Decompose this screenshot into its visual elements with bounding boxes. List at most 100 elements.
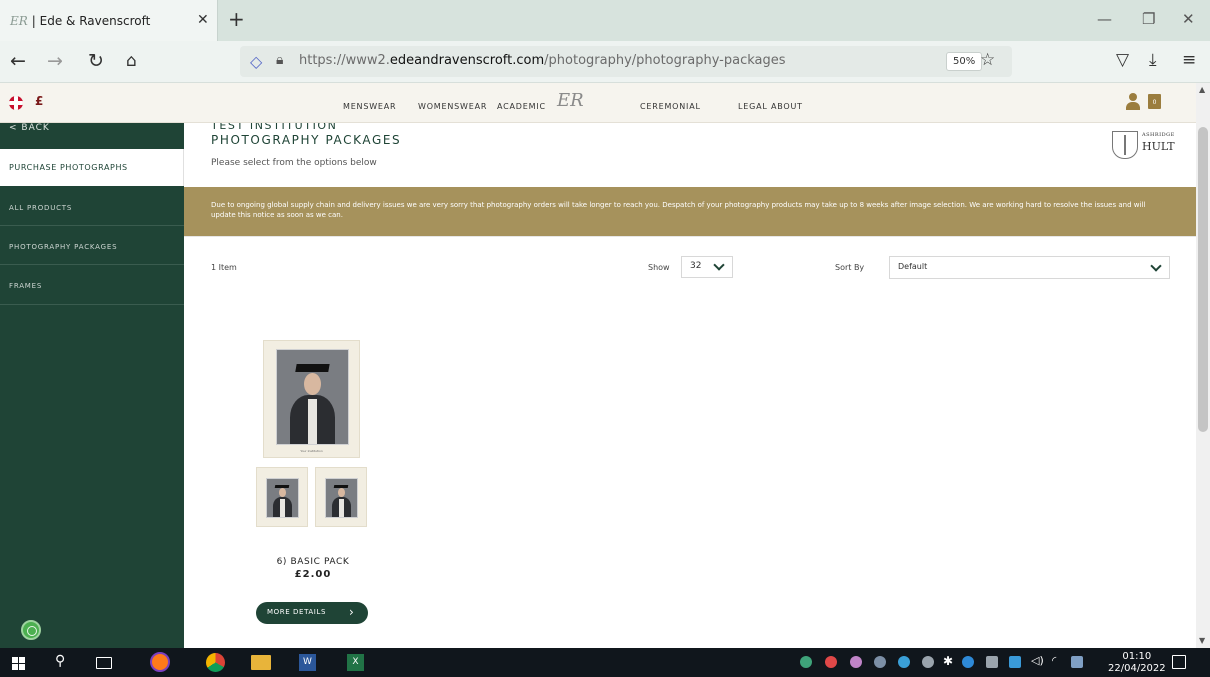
- lock-icon[interactable]: 🔒︎: [276, 52, 283, 68]
- photo-caption: Your Institution: [300, 449, 323, 453]
- sort-by-select[interactable]: Default: [889, 256, 1170, 279]
- sidebar-item-label: PURCHASE PHOTOGRAPHS: [9, 163, 128, 172]
- search-icon[interactable]: ⚲: [55, 653, 65, 669]
- notification-icon[interactable]: [1172, 655, 1186, 669]
- uk-flag-icon[interactable]: [9, 96, 23, 110]
- zoom-level-badge[interactable]: 50%: [946, 52, 983, 71]
- nav-about[interactable]: ABOUT: [771, 102, 803, 111]
- page-scrollbar[interactable]: ▲ ▼: [1196, 83, 1210, 648]
- sidebar-item-all-products[interactable]: ALL PRODUCTS: [0, 186, 184, 226]
- reload-icon[interactable]: ↻: [88, 50, 104, 72]
- site-favicon-icon: ER: [10, 13, 28, 28]
- window-close-icon[interactable]: ✕: [1182, 10, 1195, 28]
- shield-icon[interactable]: ◇: [250, 52, 262, 71]
- minimize-icon[interactable]: —: [1097, 10, 1112, 28]
- menu-icon[interactable]: ≡: [1182, 50, 1196, 70]
- download-icon[interactable]: ⤓: [1149, 50, 1157, 70]
- keyboard-icon[interactable]: [1071, 656, 1083, 668]
- institution-name: TEST INSTITUTION: [211, 123, 338, 132]
- page-title: PHOTOGRAPHY PACKAGES: [211, 133, 402, 147]
- graduate-photo: [325, 478, 358, 518]
- sort-by-value: Default: [898, 262, 928, 271]
- scroll-thumb[interactable]: [1198, 127, 1208, 432]
- sidebar-item-label: FRAMES: [9, 282, 43, 290]
- product-thumbnail-1[interactable]: [256, 467, 308, 527]
- nav-menswear[interactable]: MENSWEAR: [343, 102, 396, 111]
- windows-start-icon[interactable]: [12, 657, 25, 670]
- sidebar-item-label: ALL PRODUCTS: [9, 204, 73, 212]
- tray-app-icon-2[interactable]: [825, 656, 837, 668]
- tray-app-icon-7[interactable]: [1009, 656, 1021, 668]
- basket-icon[interactable]: 0: [1148, 94, 1161, 109]
- nav-womenswear[interactable]: WOMENSWEAR: [418, 102, 487, 111]
- pocket-icon[interactable]: ▽: [1116, 50, 1129, 70]
- chrome-icon[interactable]: [206, 653, 225, 672]
- basket-count: 0: [1152, 99, 1157, 106]
- more-details-label: MORE DETAILS: [267, 608, 327, 616]
- url-text[interactable]: https://www2.edeandravenscroft.com/photo…: [299, 53, 786, 68]
- browser-tab[interactable]: ER | Ede & Ravenscroft ✕: [0, 0, 218, 41]
- browser-tab-bar: ER | Ede & Ravenscroft ✕ + — ❐ ✕: [0, 0, 1210, 41]
- crest-line-1: ASHRIDGE: [1142, 132, 1175, 138]
- tray-app-icon-1[interactable]: [800, 656, 812, 668]
- site-logo[interactable]: ER: [557, 90, 584, 111]
- onedrive-icon[interactable]: [922, 656, 934, 668]
- main-content: TEST INSTITUTION PHOTOGRAPHY PACKAGES Pl…: [184, 123, 1196, 648]
- cookie-settings-icon[interactable]: [21, 620, 41, 640]
- page-subtitle: Please select from the options below: [211, 158, 377, 168]
- taskbar-clock[interactable]: 01:10 22/04/2022: [1108, 651, 1166, 675]
- bookmark-star-icon[interactable]: ☆: [980, 50, 995, 70]
- battery-icon[interactable]: [986, 656, 998, 668]
- sidebar-item-frames[interactable]: FRAMES: [0, 265, 184, 305]
- tab-close-icon[interactable]: ✕: [197, 12, 209, 28]
- scroll-down-icon[interactable]: ▼: [1199, 636, 1205, 645]
- new-tab-icon[interactable]: +: [228, 8, 245, 30]
- tray-app-icon-5[interactable]: [898, 656, 910, 668]
- account-icon[interactable]: [1126, 93, 1140, 110]
- site-header: £ MENSWEAR WOMENSWEAR ACADEMIC ER CEREMO…: [0, 83, 1210, 123]
- delivery-notice-text: Due to ongoing global supply chain and d…: [211, 201, 1146, 219]
- tab-title: | Ede & Ravenscroft: [31, 13, 151, 28]
- show-label: Show: [648, 263, 670, 272]
- tray-app-icon-4[interactable]: [874, 656, 886, 668]
- excel-icon[interactable]: X: [347, 654, 364, 671]
- divider: [184, 236, 1196, 237]
- restore-icon[interactable]: ❐: [1142, 10, 1155, 28]
- firefox-icon[interactable]: [150, 652, 170, 672]
- clock-date: 22/04/2022: [1108, 663, 1166, 674]
- product-thumbnail-2[interactable]: [315, 467, 367, 527]
- sidebar: < BACK PURCHASE PHOTOGRAPHS ALL PRODUCTS…: [0, 123, 184, 648]
- wifi-icon[interactable]: ◜: [1052, 654, 1056, 667]
- chevron-down-icon: [713, 259, 725, 271]
- address-bar[interactable]: ◇ 🔒︎ https://www2.edeandravenscroft.com/…: [240, 46, 1012, 77]
- task-view-icon[interactable]: [96, 657, 112, 669]
- nav-academic[interactable]: ACADEMIC: [497, 102, 546, 111]
- browser-nav-bar: ← → ↻ ⌂ ◇ 🔒︎ https://www2.edeandravenscr…: [0, 41, 1210, 83]
- crest-line-2: HULT: [1142, 140, 1175, 153]
- currency-selector[interactable]: £: [35, 94, 43, 108]
- clock-time: 01:10: [1122, 651, 1152, 662]
- back-arrow-icon[interactable]: ←: [10, 50, 26, 72]
- more-details-button[interactable]: MORE DETAILS ›: [256, 602, 368, 624]
- nav-legal[interactable]: LEGAL: [738, 102, 768, 111]
- show-per-page-select[interactable]: 32: [681, 256, 733, 278]
- bluetooth-icon[interactable]: ✱: [943, 654, 953, 668]
- sidebar-item-photography-packages[interactable]: PHOTOGRAPHY PACKAGES: [0, 226, 184, 265]
- tray-app-icon-3[interactable]: [850, 656, 862, 668]
- nav-ceremonial[interactable]: CEREMONIAL: [640, 102, 701, 111]
- file-explorer-icon[interactable]: [251, 655, 271, 670]
- tray-app-icon-6[interactable]: [962, 656, 974, 668]
- product-main-image[interactable]: Your Institution: [263, 340, 360, 458]
- scroll-up-icon[interactable]: ▲: [1199, 85, 1205, 94]
- product-name[interactable]: 6) BASIC PACK: [239, 557, 387, 567]
- forward-arrow-icon[interactable]: →: [47, 50, 63, 72]
- windows-taskbar: ⚲ W X ✱ ◁) ◜ 01:10 22/04/2022: [0, 648, 1210, 677]
- sidebar-back-link[interactable]: < BACK: [0, 123, 184, 149]
- item-count: 1 Item: [211, 263, 237, 272]
- sort-label: Sort By: [835, 263, 865, 272]
- sidebar-item-purchase-photographs[interactable]: PURCHASE PHOTOGRAPHS: [0, 149, 184, 186]
- home-icon[interactable]: ⌂: [126, 50, 137, 72]
- graduate-photo: [276, 349, 349, 445]
- volume-icon[interactable]: ◁): [1031, 654, 1044, 667]
- word-icon[interactable]: W: [299, 654, 316, 671]
